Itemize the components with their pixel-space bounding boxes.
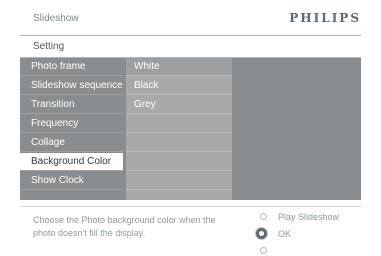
ok-button-icon[interactable] <box>256 228 267 239</box>
menu-item-background-color[interactable]: Background Color <box>20 153 123 171</box>
brand-logo: PHILIPS <box>289 11 361 25</box>
option-empty-row <box>126 172 232 190</box>
option-white[interactable]: White <box>126 58 232 76</box>
color-options-list: White Black Grey <box>126 58 232 200</box>
help-text: Choose the Photo background color when t… <box>33 215 216 238</box>
footer-divider <box>20 206 361 207</box>
settings-menu: Photo frame Slideshow sequence Transitio… <box>20 58 123 200</box>
option-empty-row <box>126 153 232 171</box>
play-slideshow-label[interactable]: Play Slideshow <box>278 212 339 222</box>
menu-item-frequency[interactable]: Frequency <box>20 115 123 133</box>
navigation-hints: Play Slideshow OK <box>244 210 364 256</box>
ok-label[interactable]: OK <box>278 229 291 239</box>
header-bar: Slideshow PHILIPS <box>0 0 381 37</box>
header-divider <box>20 35 361 36</box>
background-color-preview <box>234 58 361 200</box>
settings-panel: Photo frame Slideshow sequence Transitio… <box>20 58 361 200</box>
option-black[interactable]: Black <box>126 77 232 95</box>
nav-down-dot-icon <box>260 247 267 254</box>
menu-item-collage[interactable]: Collage <box>20 134 123 152</box>
menu-item-transition[interactable]: Transition <box>20 96 123 114</box>
option-grey[interactable]: Grey <box>126 96 232 114</box>
option-empty-row <box>126 134 232 152</box>
section-title: Setting <box>33 41 65 52</box>
menu-item-photo-frame[interactable]: Photo frame <box>20 58 123 76</box>
photo-frame-screen: Slideshow PHILIPS Setting Photo frame Sl… <box>0 0 381 256</box>
breadcrumb: Setting <box>20 37 361 56</box>
page-title: Slideshow <box>33 13 79 24</box>
option-empty-row <box>126 115 232 133</box>
nav-up-dot-icon <box>260 213 267 220</box>
menu-item-slideshow-sequence[interactable]: Slideshow sequence <box>20 77 123 95</box>
menu-item-show-clock[interactable]: Show Clock <box>20 172 123 190</box>
